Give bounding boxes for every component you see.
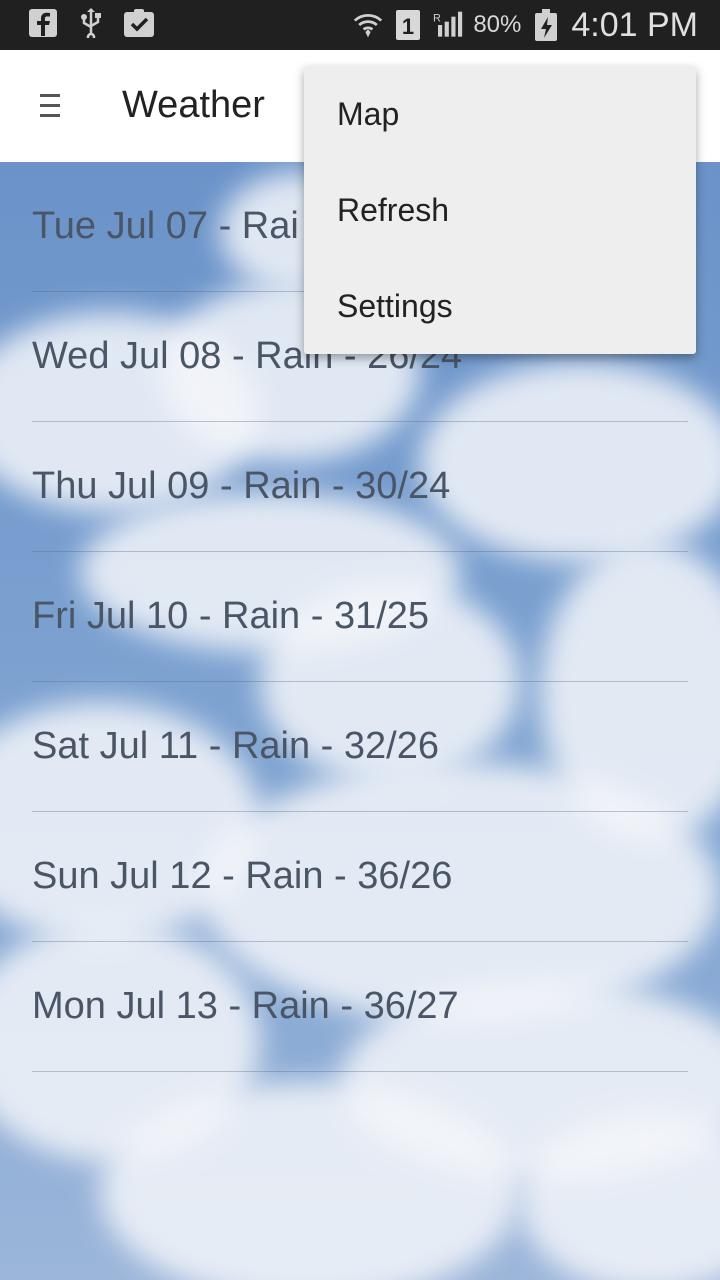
forecast-row[interactable]: Thu Jul 09 - Rain - 30/24 — [32, 422, 688, 552]
forecast-row[interactable]: Sun Jul 12 - Rain - 36/26 — [32, 812, 688, 942]
forecast-row[interactable]: Fri Jul 10 - Rain - 31/25 — [32, 552, 688, 682]
forecast-text: Fri Jul 10 - Rain - 31/25 — [32, 595, 430, 637]
app-title: Weather — [122, 84, 265, 126]
status-bar-notifications — [28, 8, 154, 38]
forecast-text: Tue Jul 07 - Rai — [32, 205, 299, 247]
svg-text:R: R — [433, 13, 441, 25]
roaming-signal-icon: R — [433, 10, 463, 40]
clock: 4:01 PM — [571, 5, 698, 44]
battery-charging-icon — [531, 9, 561, 41]
forecast-text: Thu Jul 09 - Rain - 30/24 — [32, 465, 451, 507]
menu-item-refresh[interactable]: Refresh — [304, 162, 696, 258]
menu-icon[interactable] — [28, 82, 72, 130]
forecast-row[interactable]: Sat Jul 11 - Rain - 32/26 — [32, 682, 688, 812]
overflow-menu: Map Refresh Settings — [304, 66, 696, 354]
status-bar-system: 1 R 80% 4:01 PM — [353, 4, 698, 46]
forecast-text: Mon Jul 13 - Rain - 36/27 — [32, 985, 459, 1027]
menu-item-map[interactable]: Map — [304, 66, 696, 162]
sim-1-icon: 1 — [393, 10, 423, 40]
clipboard-check-icon — [124, 8, 154, 38]
wifi-icon — [353, 10, 383, 40]
forecast-text: Sun Jul 12 - Rain - 36/26 — [32, 855, 453, 897]
menu-item-settings[interactable]: Settings — [304, 258, 696, 354]
forecast-text: Sat Jul 11 - Rain - 32/26 — [32, 725, 439, 767]
status-bar: 1 R 80% 4:01 PM — [0, 0, 720, 50]
svg-text:1: 1 — [402, 14, 414, 39]
battery-percent: 80% — [473, 11, 522, 38]
facebook-icon — [28, 8, 58, 38]
usb-icon — [76, 8, 106, 38]
forecast-row[interactable]: Mon Jul 13 - Rain - 36/27 — [32, 942, 688, 1072]
